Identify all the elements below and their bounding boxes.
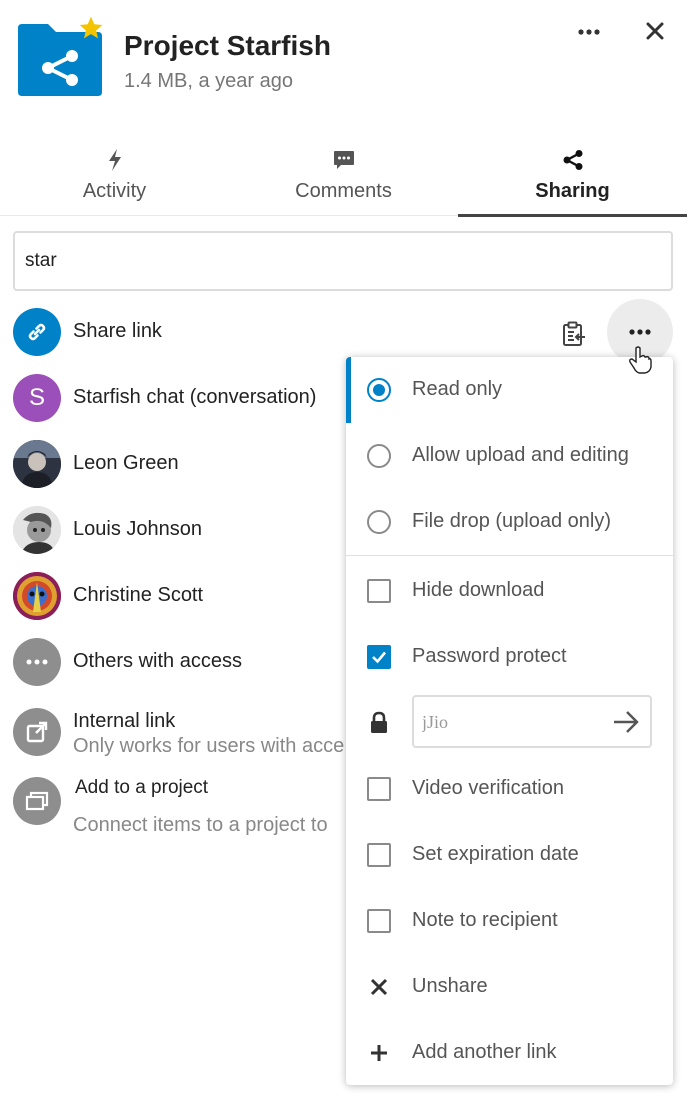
add-to-project-label: Add to a project <box>75 777 209 798</box>
tab-label: Activity <box>82 180 147 202</box>
option-label: Set expiration date <box>412 843 579 865</box>
unshare-label: Unshare <box>412 975 488 997</box>
internal-link-label: Internal link <box>73 710 176 732</box>
file-meta: 1.4 MB, a year ago <box>124 70 293 92</box>
share-user-label: Louis Johnson <box>73 518 202 540</box>
avatar <box>13 572 61 620</box>
link-icon <box>13 308 61 356</box>
more-horizontal-icon <box>578 29 600 35</box>
option-label: Video verification <box>412 777 564 799</box>
option-label: Hide download <box>412 579 545 601</box>
checkbox[interactable] <box>367 645 391 669</box>
note-to-recipient-option[interactable]: Note to recipient <box>346 888 673 954</box>
permission-read-only[interactable]: Read only <box>346 357 673 423</box>
internal-link-description: Only works for users with acce <box>73 735 345 757</box>
permission-label: File drop (upload only) <box>412 510 611 532</box>
close-icon <box>370 978 388 996</box>
lightning-icon <box>103 148 127 172</box>
add-to-project-description: Connect items to a project to <box>73 814 328 836</box>
more-icon <box>13 638 61 686</box>
share-user-label: Leon Green <box>73 452 179 474</box>
share-user-label: Christine Scott <box>73 584 204 606</box>
share-search-input[interactable] <box>13 231 673 291</box>
menu-divider <box>346 555 673 556</box>
copy-link-button[interactable] <box>556 318 592 350</box>
share-link-menu: Read only Allow upload and editing File … <box>346 357 673 1085</box>
sidebar-tabs: Activity Comments Sharing <box>0 140 687 217</box>
avatar <box>13 506 61 554</box>
more-options-button[interactable] <box>570 18 608 46</box>
project-icon <box>13 777 61 825</box>
password-input[interactable] <box>422 709 602 735</box>
checkbox[interactable] <box>367 579 391 603</box>
checkbox[interactable] <box>367 777 391 801</box>
share-link-label: Share link <box>73 320 162 342</box>
lock-icon <box>371 711 387 733</box>
file-title: Project Starfish <box>124 30 331 61</box>
checkbox[interactable] <box>367 843 391 867</box>
tab-activity[interactable]: Activity <box>0 140 229 216</box>
comment-icon <box>332 148 356 172</box>
password-protect-option[interactable]: Password protect <box>346 624 673 690</box>
tab-label: Sharing <box>535 180 610 202</box>
tab-comments[interactable]: Comments <box>229 140 458 216</box>
hide-download-option[interactable]: Hide download <box>346 558 673 624</box>
tab-label: Comments <box>295 180 392 202</box>
option-label: Note to recipient <box>412 909 558 931</box>
more-horizontal-icon <box>629 329 651 335</box>
external-link-icon <box>13 708 61 756</box>
password-field[interactable] <box>412 695 652 748</box>
arrow-right-icon[interactable] <box>612 709 640 735</box>
add-another-link-button[interactable]: Add another link <box>346 1020 673 1085</box>
close-button[interactable] <box>638 14 672 48</box>
permission-label: Allow upload and editing <box>412 444 629 466</box>
set-expiration-option[interactable]: Set expiration date <box>346 822 673 888</box>
others-with-access-label: Others with access <box>73 650 242 672</box>
permission-upload-editing[interactable]: Allow upload and editing <box>346 423 673 489</box>
close-icon <box>646 22 664 40</box>
share-conversation-label: Starfish chat (conversation) <box>73 386 317 408</box>
share-icon <box>561 148 585 172</box>
star-icon[interactable] <box>78 15 104 41</box>
option-label: Password protect <box>412 645 567 667</box>
radio-button[interactable] <box>367 510 391 534</box>
avatar: S <box>13 374 61 422</box>
permission-label: Read only <box>412 378 503 400</box>
unshare-button[interactable]: Unshare <box>346 954 673 1020</box>
clipboard-icon <box>563 321 585 346</box>
checkbox[interactable] <box>367 909 391 933</box>
check-icon <box>372 651 386 664</box>
permission-file-drop[interactable]: File drop (upload only) <box>346 489 673 555</box>
plus-icon <box>371 1045 387 1061</box>
video-verification-option[interactable]: Video verification <box>346 756 673 822</box>
add-link-label: Add another link <box>412 1041 557 1063</box>
radio-button[interactable] <box>367 444 391 468</box>
hand-cursor-icon <box>629 346 652 374</box>
avatar <box>13 440 61 488</box>
tab-sharing[interactable]: Sharing <box>458 140 687 217</box>
radio-button[interactable] <box>367 378 391 402</box>
sidebar-header: Project Starfish 1.4 MB, a year ago <box>0 0 687 130</box>
